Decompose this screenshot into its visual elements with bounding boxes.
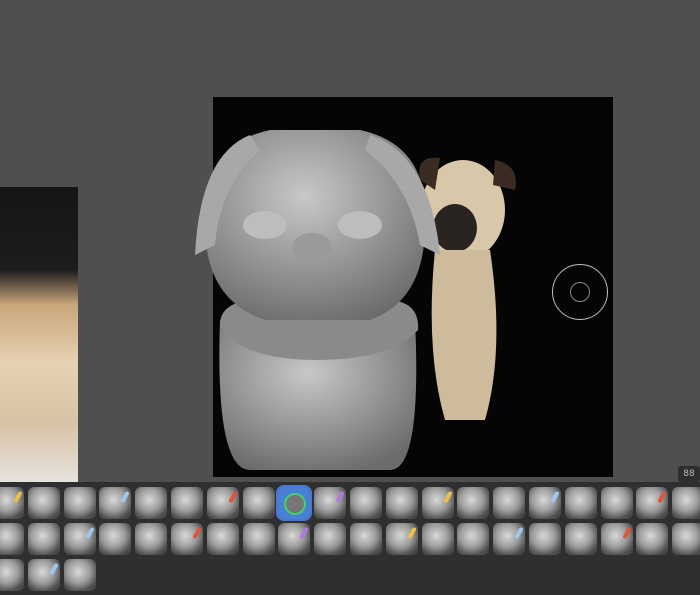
brush-accent-mark <box>621 526 632 540</box>
brush-pinch-icon[interactable] <box>206 487 239 519</box>
brush-mesh-grid-icon[interactable] <box>564 523 597 555</box>
brush-accent-mark <box>299 526 310 540</box>
gizmo-center[interactable] <box>570 282 590 302</box>
brush-drag-icon[interactable] <box>457 487 490 519</box>
reference-image-left <box>0 187 78 482</box>
brush-tangle-icon[interactable] <box>63 559 96 591</box>
brush-accent-mark <box>550 490 560 504</box>
brush-clay-strips-icon[interactable] <box>135 487 168 519</box>
brush-mesh-box-icon[interactable] <box>600 523 633 555</box>
brush-flat-knife-icon[interactable] <box>636 523 669 555</box>
brush-twist-icon[interactable] <box>385 487 418 519</box>
brush-cut-icon[interactable] <box>0 559 24 591</box>
grid-layout-icon[interactable]: 88 <box>678 466 700 482</box>
brush-accent-mark <box>442 490 453 504</box>
sculpt-mesh <box>195 130 440 470</box>
brush-palette <box>0 482 700 595</box>
brush-crease-icon[interactable] <box>99 487 132 519</box>
brush-accent-mark <box>192 526 202 540</box>
brush-accent-mark <box>514 526 524 540</box>
brush-cone-icon[interactable] <box>421 487 454 519</box>
brush-zigzag-icon[interactable] <box>242 523 275 555</box>
brush-vertex-paint-icon[interactable] <box>564 487 597 519</box>
brush-curve-hook-icon[interactable] <box>493 523 526 555</box>
brush-blob-icon[interactable] <box>0 523 24 555</box>
brush-flatten-icon[interactable] <box>171 487 203 519</box>
brush-soft-blur-icon[interactable] <box>99 523 132 555</box>
brush-mask-lasso-icon[interactable] <box>63 487 96 519</box>
brush-move-x-icon[interactable] <box>600 487 633 519</box>
brush-scribble-a-icon[interactable] <box>135 523 168 555</box>
brush-elastic-icon[interactable] <box>385 523 418 555</box>
brush-planar-cut-icon[interactable] <box>493 487 526 519</box>
brush-clay-blobs-icon[interactable] <box>27 487 60 519</box>
brush-fill-icon[interactable] <box>672 487 700 519</box>
brush-accent-mark <box>84 526 95 540</box>
brush-radial-icon[interactable] <box>350 523 382 555</box>
brush-curve-tube-icon[interactable] <box>457 523 490 555</box>
brush-inflate-icon[interactable] <box>314 487 347 519</box>
brush-wave-icon[interactable] <box>206 523 239 555</box>
brush-accent-mark <box>657 490 668 504</box>
brush-accent-mark <box>228 490 238 504</box>
brush-draw-curve-icon[interactable] <box>63 523 96 555</box>
brush-layer-icon[interactable] <box>242 487 275 519</box>
brush-noise-icon[interactable] <box>672 523 700 555</box>
brush-scribble-b-icon[interactable] <box>171 523 203 555</box>
brush-trim-icon[interactable] <box>636 487 669 519</box>
brush-chalk-icon[interactable] <box>278 523 311 555</box>
brush-accent-mark <box>407 526 417 540</box>
brush-flower-icon[interactable] <box>529 523 561 555</box>
brush-spiral-icon[interactable] <box>27 559 60 591</box>
brush-mask-pen-icon[interactable] <box>27 523 60 555</box>
brush-texture-icon[interactable] <box>529 487 561 519</box>
brush-slice-icon[interactable] <box>421 523 454 555</box>
orbit-gizmo[interactable] <box>552 264 608 320</box>
brush-nudge-icon[interactable] <box>314 523 347 555</box>
brush-accent-mark <box>49 562 59 576</box>
3d-viewport[interactable]: 88 <box>0 0 700 482</box>
brush-snake-hook-icon[interactable] <box>350 487 382 519</box>
brush-stamp-selected-icon[interactable] <box>276 485 313 521</box>
brush-smooth-icon[interactable] <box>0 487 24 519</box>
brush-accent-mark <box>335 490 345 504</box>
brush-accent-mark <box>120 490 131 504</box>
brush-accent-mark <box>13 490 23 504</box>
